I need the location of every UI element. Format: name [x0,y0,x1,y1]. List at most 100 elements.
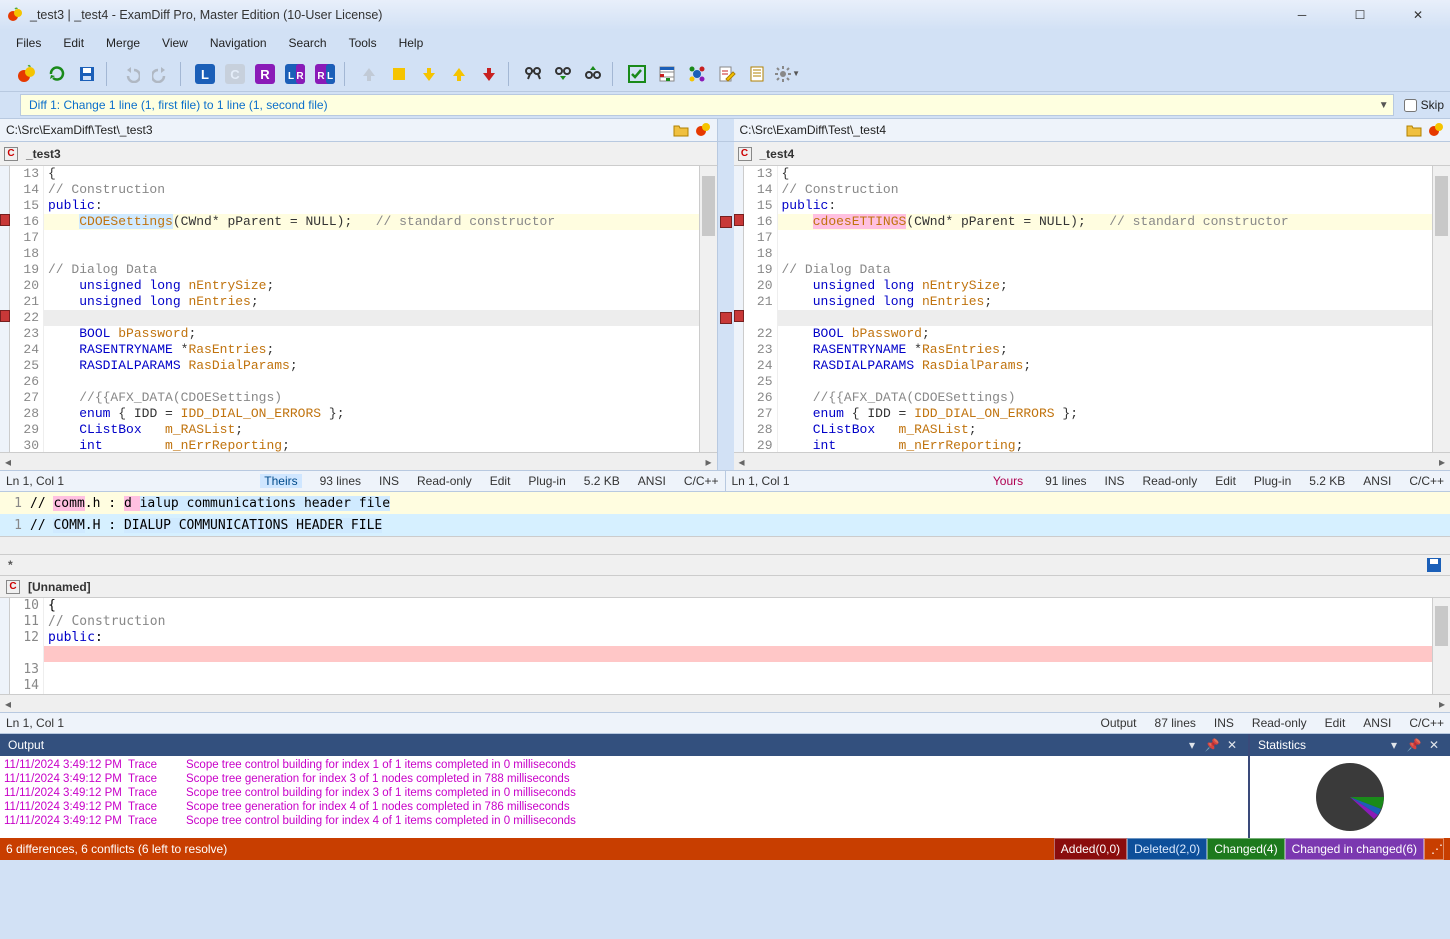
doc-lines-icon[interactable] [744,61,770,87]
check-icon[interactable] [624,61,650,87]
merge-code[interactable]: {// Constructionpublic: [44,598,1432,694]
svg-text:R: R [260,67,270,82]
legend-added[interactable]: Added(0,0) [1054,838,1127,860]
right-tab-header[interactable]: C _test4 [734,142,1450,166]
diff-marker-icon[interactable] [734,214,744,226]
diff-marker-icon[interactable] [0,310,10,322]
output-row: 11/11/2024 3:49:12 PMTraceScope tree gen… [4,772,1244,786]
chevron-down-icon[interactable]: ▾ [1184,737,1200,753]
window-title: _test3 | _test4 - ExamDiff Pro, Master E… [30,8,1284,22]
up-grey-icon[interactable] [356,61,382,87]
merge-hscroll2[interactable]: ◂▸ [0,694,1450,712]
compare-icon[interactable] [14,61,40,87]
merge-diff-line[interactable]: 1// COMM.H : DIALUP COMMUNICATIONS HEADE… [0,514,1450,536]
unnamed-tab[interactable]: C [Unnamed] [0,576,1450,598]
lr-button-2[interactable]: RL [312,61,338,87]
pane-divider[interactable] [718,166,734,470]
diff-marker-icon[interactable] [734,310,744,322]
menu-edit[interactable]: Edit [55,34,92,52]
lr-button-1[interactable]: LR [282,61,308,87]
right-vscroll[interactable] [1432,166,1450,452]
save-small-icon[interactable] [1426,557,1442,573]
current-diff-icon[interactable] [386,61,412,87]
menu-search[interactable]: Search [281,34,335,52]
edit-doc-icon[interactable] [714,61,740,87]
c-badge: C [6,580,20,594]
down-yellow-icon[interactable] [416,61,442,87]
titlebar: _test3 | _test4 - ExamDiff Pro, Master E… [0,0,1450,30]
redo-icon[interactable] [148,61,174,87]
grid-icon[interactable] [654,61,680,87]
pin-icon[interactable]: 📌 [1204,737,1220,753]
close-icon[interactable]: ✕ [1224,737,1240,753]
diff-link-icon[interactable] [720,312,732,324]
legend-resize-grip[interactable]: ⋰ [1424,838,1444,860]
merge-output-pane[interactable]: 1011121314 {// Constructionpublic: ◂▸ [0,598,1450,712]
merge-diff-line[interactable]: 1// comm.h : d ialup communications head… [0,492,1450,514]
up-yellow-icon[interactable] [446,61,472,87]
statistics-panel-header[interactable]: Statistics ▾ 📌 ✕ [1250,734,1450,756]
c-button[interactable]: C [222,61,248,87]
left-vscroll[interactable] [699,166,717,452]
find-icon[interactable] [520,61,546,87]
save-icon[interactable] [74,61,100,87]
diff-message-dropdown[interactable]: Diff 1: Change 1 line (1, first file) to… [20,94,1394,116]
legend-changed-in-changed[interactable]: Changed in changed(6) [1285,838,1424,860]
output-row: 11/11/2024 3:49:12 PMTraceScope tree con… [4,786,1244,800]
diff-marker-icon[interactable] [0,214,10,226]
legend-changed[interactable]: Changed(4) [1207,838,1284,860]
left-code-pane[interactable]: 131415161718192021222324252627282930 {//… [0,166,718,470]
output-body[interactable]: 11/11/2024 3:49:12 PMTraceScope tree con… [0,756,1248,838]
undo-icon[interactable] [118,61,144,87]
menu-merge[interactable]: Merge [98,34,148,52]
merge-vscroll[interactable] [1432,598,1450,694]
l-button[interactable]: L [192,61,218,87]
down-red-icon[interactable] [476,61,502,87]
compare-row: 131415161718192021222324252627282930 {//… [0,166,1450,470]
minimize-button[interactable]: ─ [1284,3,1320,27]
pin-icon[interactable]: 📌 [1406,737,1422,753]
find-prev-icon[interactable] [580,61,606,87]
close-button[interactable]: ✕ [1400,3,1436,27]
merge-hscroll[interactable] [0,536,1450,554]
compare-small-icon[interactable] [1428,121,1444,140]
compare-status-row: Ln 1, Col 1Theirs93 linesINSRead-onlyEdi… [0,470,1450,492]
compare-small-icon[interactable] [695,121,711,140]
skip-checkbox[interactable]: Skip [1404,98,1444,112]
right-code[interactable]: {// Constructionpublic: cdoesETTINGS(CWn… [778,166,1433,452]
menu-help[interactable]: Help [391,34,432,52]
refresh-icon[interactable] [44,61,70,87]
plugin-icon[interactable] [684,61,710,87]
toolbar: L C R LR RL ▼ [0,56,1450,92]
menu-navigation[interactable]: Navigation [202,34,275,52]
svg-text:L: L [327,71,333,82]
folder-open-icon[interactable]: ▼ [673,123,689,137]
right-hscroll[interactable]: ◂▸ [734,452,1450,470]
output-panel-header[interactable]: Output ▾ 📌 ✕ [0,734,1248,756]
close-icon[interactable]: ✕ [1426,737,1442,753]
diff-link-icon[interactable] [720,216,732,228]
menu-files[interactable]: Files [8,34,49,52]
menu-tools[interactable]: Tools [341,34,385,52]
merge-pos: Ln 1, Col 1 [6,716,64,730]
output-panel: Output ▾ 📌 ✕ 11/11/2024 3:49:12 PMTraceS… [0,734,1250,838]
menu-view[interactable]: View [154,34,196,52]
r-button[interactable]: R [252,61,278,87]
svg-text:R: R [296,71,304,82]
legend-deleted[interactable]: Deleted(2,0) [1127,838,1207,860]
find-next-icon[interactable] [550,61,576,87]
footer-bar: 6 differences, 6 conflicts (6 left to re… [0,838,1450,860]
diff-message-bar: Diff 1: Change 1 line (1, first file) to… [0,92,1450,118]
right-code-pane[interactable]: 1314151617181920212223242526272829 {// C… [734,166,1450,470]
chevron-down-icon[interactable]: ▾ [1386,737,1402,753]
folder-open-icon[interactable]: ▼ [1406,123,1422,137]
left-hscroll[interactable]: ◂▸ [0,452,717,470]
maximize-button[interactable]: ☐ [1342,3,1378,27]
modified-star: * [8,558,13,572]
c-badge: C [738,147,752,161]
left-tab-header[interactable]: C _test3 [0,142,718,166]
statistics-panel-title: Statistics [1258,738,1306,752]
settings-icon[interactable]: ▼ [774,61,800,87]
left-code[interactable]: {// Constructionpublic: CDOESettings(CWn… [44,166,699,452]
skip-checkbox-input[interactable] [1404,99,1417,112]
